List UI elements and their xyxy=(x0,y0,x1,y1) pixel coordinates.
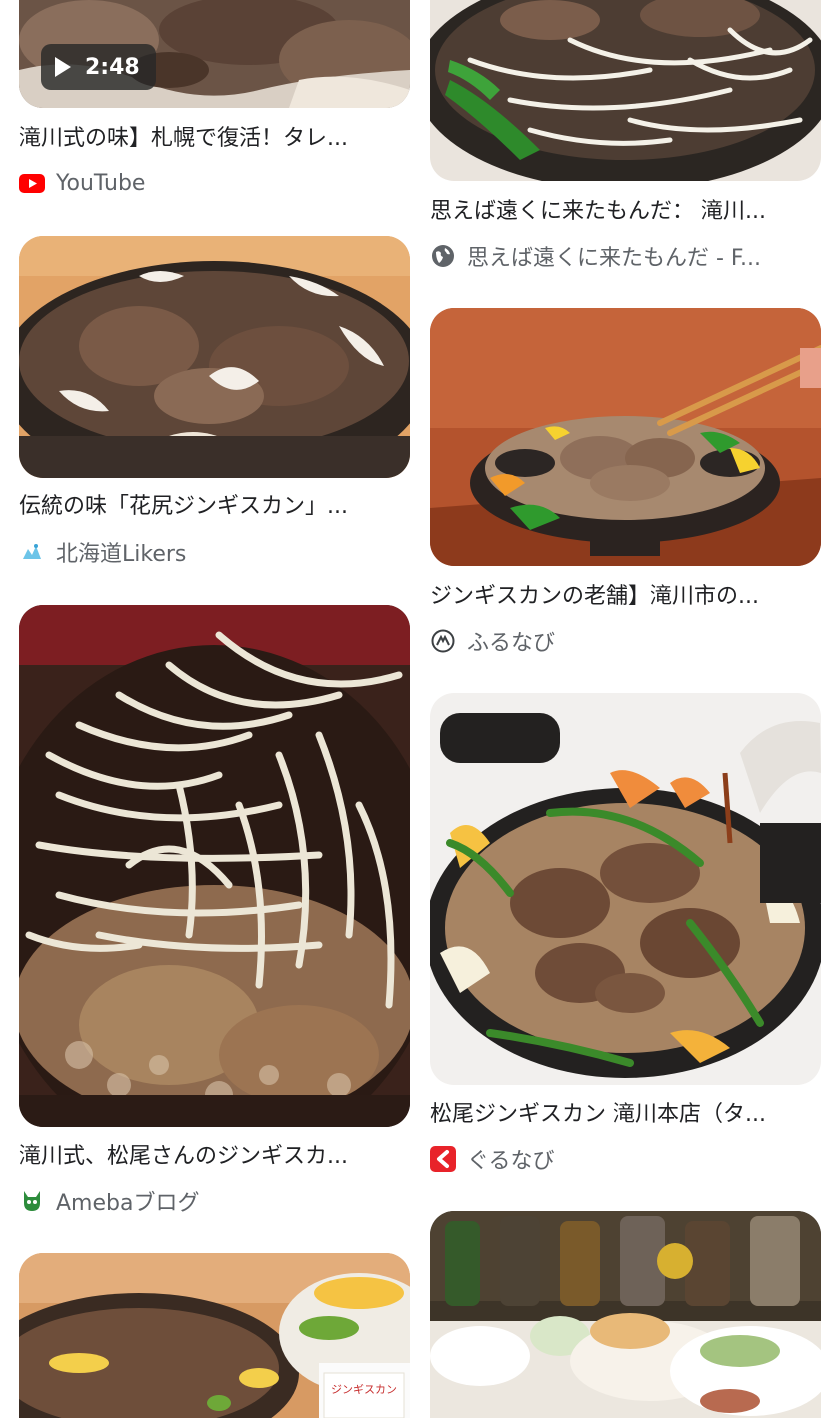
source-name: ぐるなび xyxy=(467,1149,555,1174)
source-name: YouTube xyxy=(56,170,146,196)
gurunavi-icon xyxy=(430,1146,456,1172)
source-name: Amebaブログ xyxy=(56,1191,200,1216)
result-source[interactable]: 思えば遠くに来たもんだ - F... xyxy=(430,241,761,271)
play-icon xyxy=(55,57,71,77)
result-source[interactable]: YouTube xyxy=(19,168,145,198)
result-source[interactable]: 北海道Likers xyxy=(19,537,186,567)
furunavi-icon xyxy=(430,628,456,654)
result-thumbnail[interactable]: ジンギスカン xyxy=(19,1253,410,1418)
result-title[interactable]: 松尾ジンギスカン 滝川本店（タ... xyxy=(430,1100,821,1130)
hokkaido-likers-icon xyxy=(19,539,45,565)
result-title[interactable]: ジンギスカンの老舗】滝川市の... xyxy=(430,582,821,612)
result-title[interactable]: 滝川式の味】札幌で復活！タレ... xyxy=(19,124,410,154)
video-duration: 2:48 xyxy=(85,54,140,80)
globe-icon xyxy=(430,243,456,269)
result-thumbnail[interactable] xyxy=(19,605,410,1127)
ameba-icon xyxy=(19,1188,45,1214)
source-name: 北海道Likers xyxy=(56,542,187,567)
video-duration-badge: 2:48 xyxy=(41,44,156,90)
result-thumbnail[interactable] xyxy=(430,308,821,566)
result-thumbnail[interactable] xyxy=(19,236,410,478)
result-title[interactable]: 滝川式、松尾さんのジンギスカ... xyxy=(19,1142,410,1172)
result-thumbnail[interactable] xyxy=(430,693,821,1085)
package-label: ジンギスカン xyxy=(331,1383,397,1396)
result-title[interactable]: 思えば遠くに来たもんだ： 滝川... xyxy=(430,197,821,227)
result-source[interactable]: ぐるなび xyxy=(430,1144,555,1174)
source-name: ふるなび xyxy=(467,631,556,656)
youtube-icon xyxy=(19,170,45,196)
result-source[interactable]: Amebaブログ xyxy=(19,1186,199,1216)
result-thumbnail[interactable]: 2:48 xyxy=(19,0,410,108)
result-source[interactable]: ふるなび xyxy=(430,626,555,656)
result-thumbnail[interactable] xyxy=(430,0,821,181)
result-title[interactable]: 伝統の味「花尻ジンギスカン」... xyxy=(19,492,410,522)
source-name: 思えば遠くに来たもんだ - F... xyxy=(467,246,762,271)
result-thumbnail[interactable] xyxy=(430,1211,821,1418)
